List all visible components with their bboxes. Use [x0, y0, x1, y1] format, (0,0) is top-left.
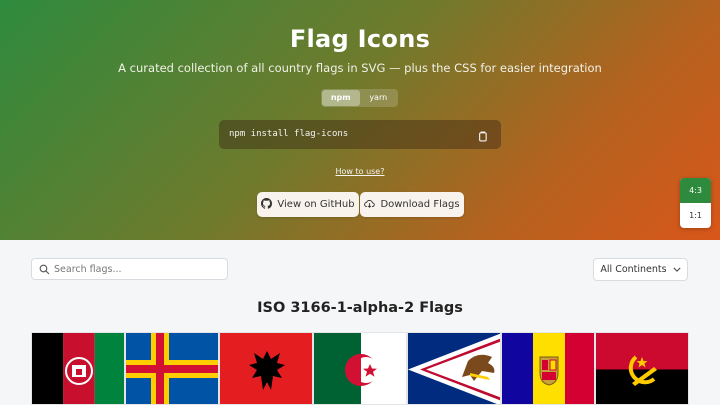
flag-card-afghanistan[interactable] — [31, 332, 125, 405]
angola-flag-icon — [596, 333, 688, 404]
install-command-box: npm install flag-icons — [219, 120, 501, 149]
algeria-flag-icon — [314, 333, 406, 404]
flag-card-algeria[interactable] — [313, 332, 407, 405]
ratio-option-1-1[interactable]: 1:1 — [680, 203, 711, 228]
search-field — [31, 258, 228, 280]
afghanistan-flag-icon — [32, 333, 124, 404]
continent-filter-select[interactable]: All Continents — [593, 258, 688, 281]
how-to-use-link[interactable]: How to use? — [0, 167, 720, 176]
github-icon — [261, 197, 273, 212]
american-samoa-flag-icon — [408, 333, 500, 404]
search-input[interactable] — [54, 259, 224, 279]
flag-grid — [31, 332, 689, 405]
continent-filter-value: All Continents — [600, 264, 667, 275]
download-flags-button[interactable]: Download Flags — [360, 192, 464, 217]
aspect-ratio-switch: 4:3 1:1 — [680, 178, 711, 228]
section-title: ISO 3166-1-alpha-2 Flags — [257, 300, 463, 316]
flag-card-albania[interactable] — [219, 332, 313, 405]
ratio-option-4-3[interactable]: 4:3 — [680, 178, 711, 203]
page-subtitle: A curated collection of all country flag… — [118, 61, 602, 75]
albania-flag-icon — [220, 333, 312, 404]
aland-islands-flag-icon — [126, 333, 218, 404]
tab-yarn[interactable]: yarn — [360, 90, 398, 106]
flag-card-andorra[interactable] — [501, 332, 595, 405]
github-button-label: View on GitHub — [277, 199, 355, 210]
flag-card-angola[interactable] — [595, 332, 689, 405]
package-manager-toggle: npm yarn — [321, 89, 398, 107]
download-button-label: Download Flags — [380, 199, 460, 210]
install-command: npm install flag-icons — [229, 129, 349, 139]
andorra-flag-icon — [502, 333, 594, 404]
flag-card-aland-islands[interactable] — [125, 332, 219, 405]
hero-banner: Flag Icons A curated collection of all c… — [0, 0, 720, 240]
flag-card-american-samoa[interactable] — [407, 332, 501, 405]
cloud-download-icon — [364, 198, 376, 212]
view-on-github-button[interactable]: View on GitHub — [257, 192, 359, 217]
chevron-down-icon — [673, 264, 681, 275]
tab-npm[interactable]: npm — [322, 90, 360, 106]
copy-icon[interactable] — [476, 128, 489, 142]
page-title: Flag Icons — [289, 25, 431, 53]
